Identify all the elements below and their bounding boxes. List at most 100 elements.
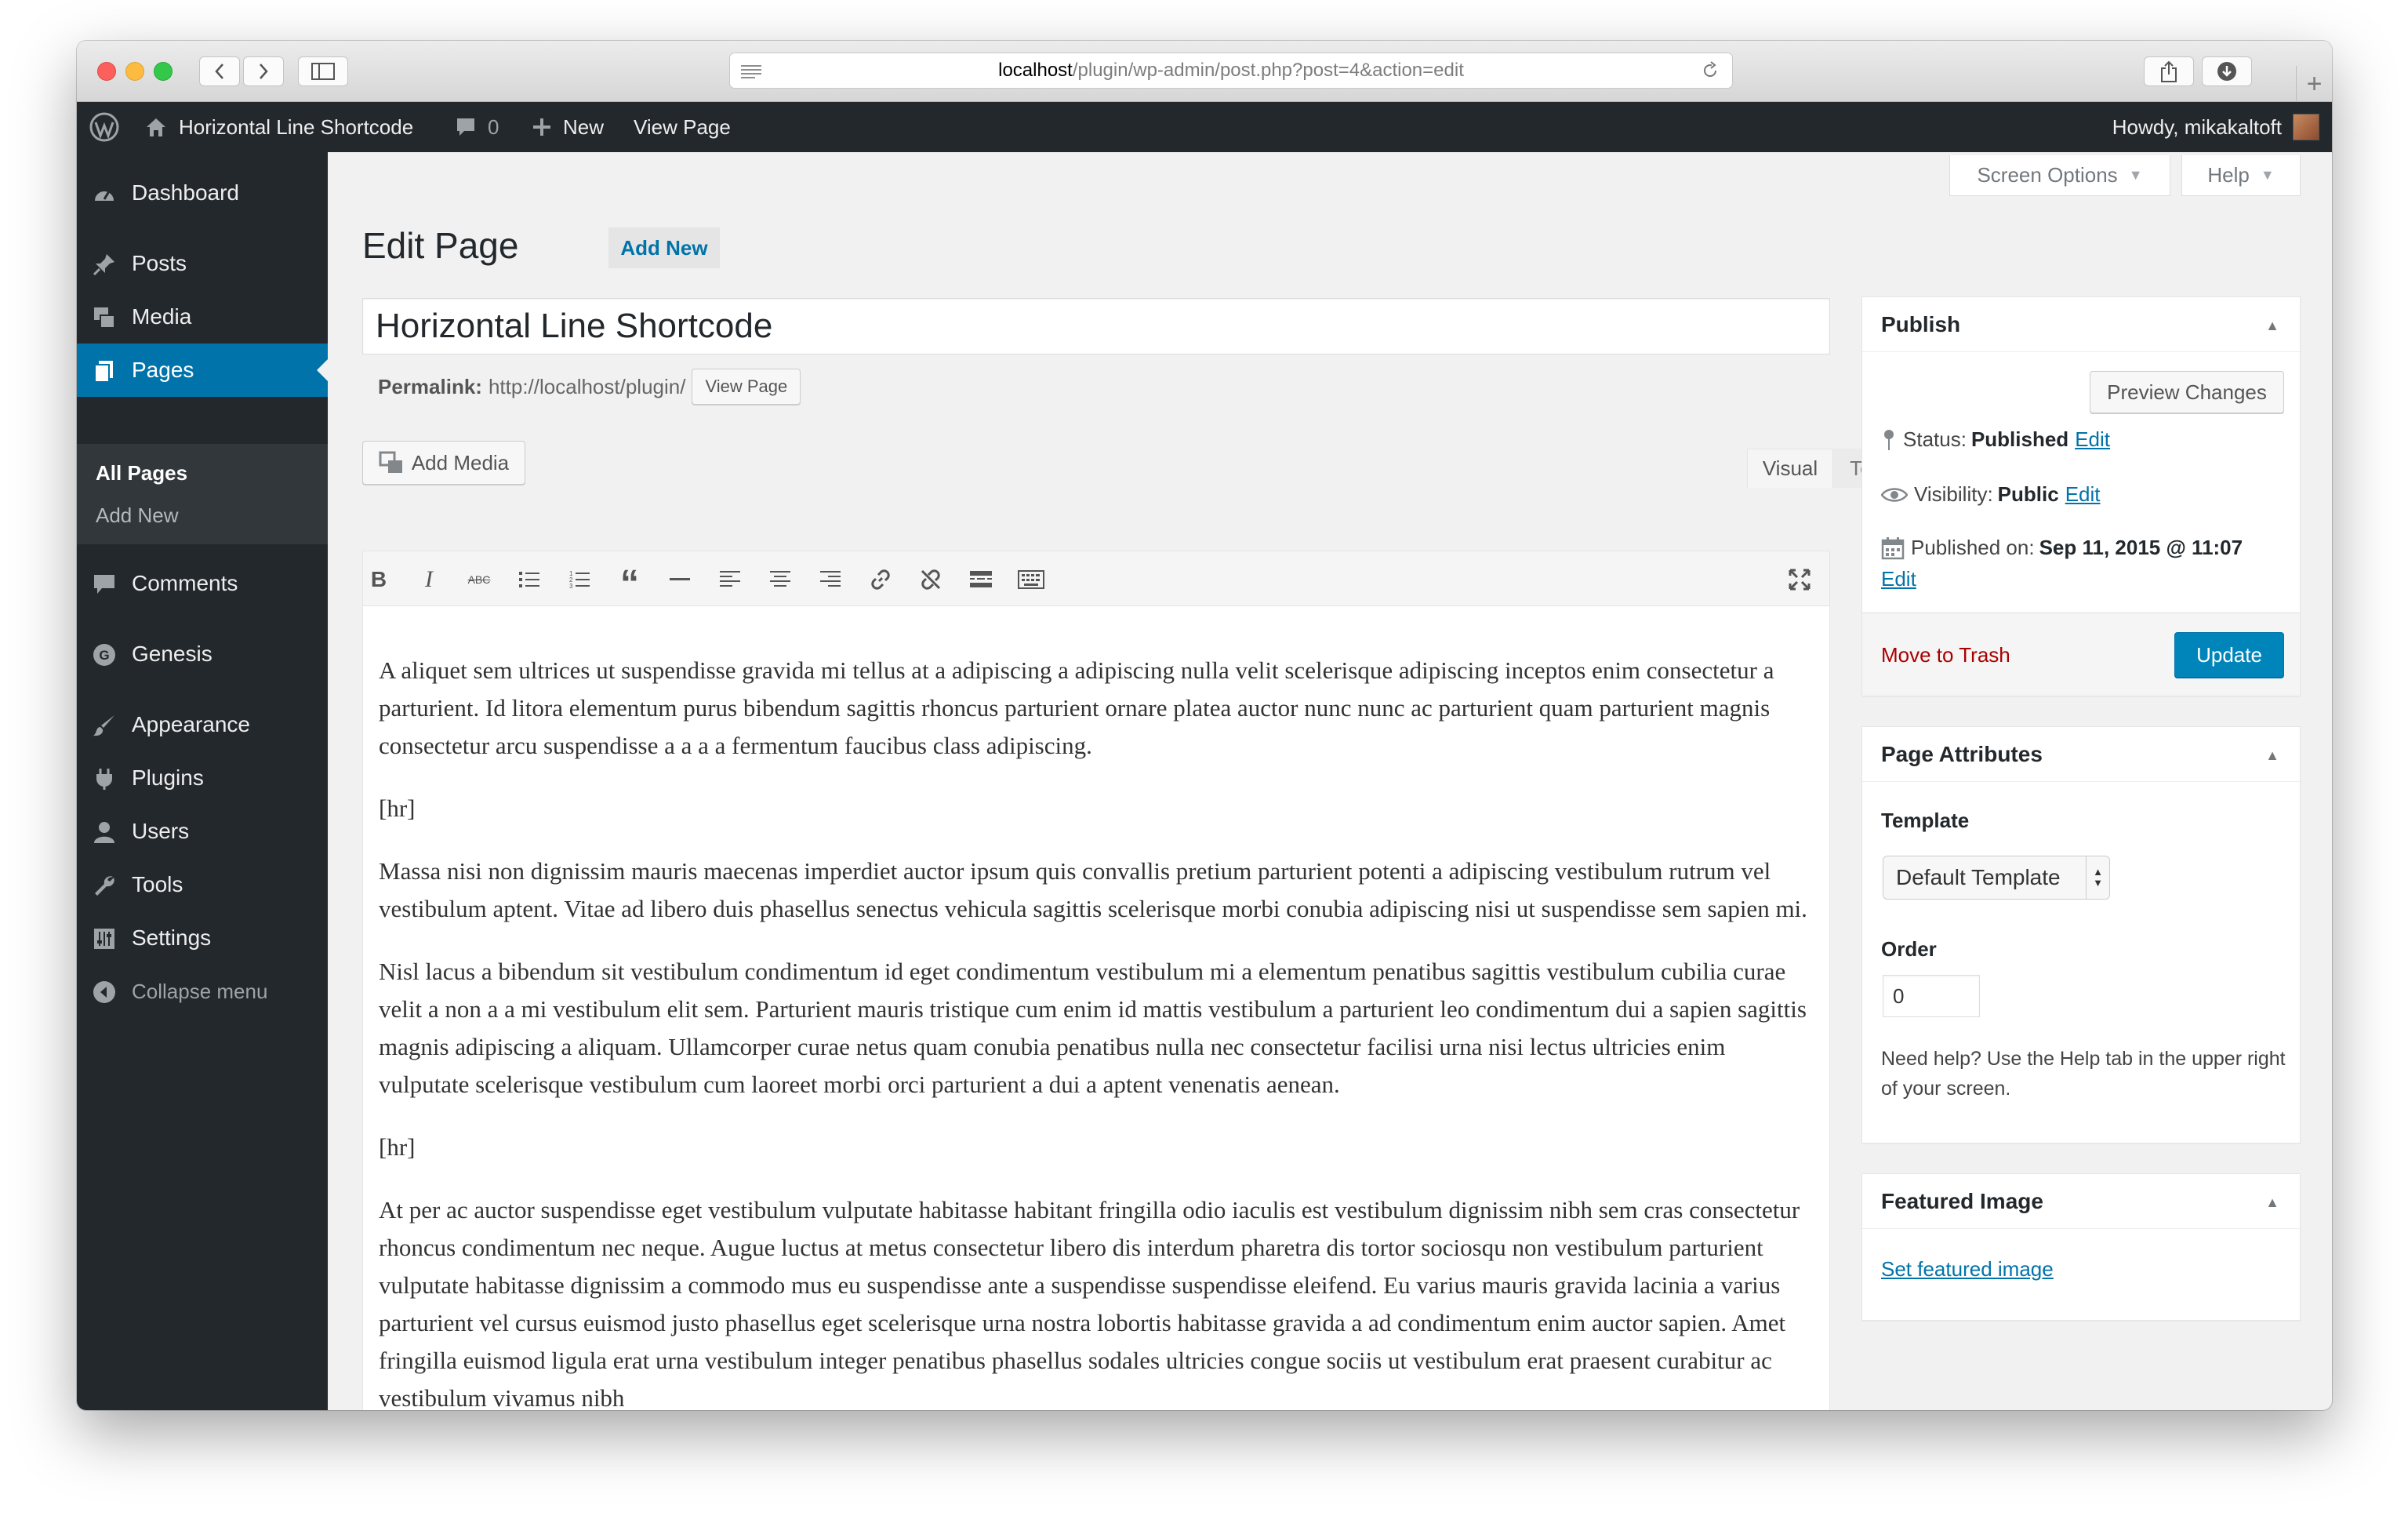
align-left-icon	[720, 571, 740, 587]
sidebar-item-label: Appearance	[132, 712, 251, 736]
new-content-link[interactable]: New	[532, 102, 604, 152]
share-button[interactable]	[2144, 56, 2194, 86]
collapse-toggle-icon[interactable]: ▲	[2265, 747, 2279, 764]
plus-icon: +	[2306, 68, 2323, 99]
horizontal-line-button[interactable]	[664, 564, 696, 595]
screen-options-button[interactable]: Screen Options ▼	[1949, 155, 2170, 196]
add-new-page-button[interactable]: Add New	[608, 227, 720, 268]
new-label: New	[563, 115, 605, 139]
minimize-window-button[interactable]	[125, 62, 144, 81]
pin-icon	[1884, 429, 1894, 450]
site-name-link[interactable]: Horizontal Line Shortcode	[144, 102, 413, 152]
collapse-menu-button[interactable]: Collapse menu	[77, 965, 328, 1018]
move-to-trash-link[interactable]: Move to Trash	[1881, 643, 2010, 667]
permalink-url[interactable]: http://localhost/plugin/	[489, 375, 686, 399]
svg-text:G: G	[99, 648, 109, 663]
italic-button[interactable]: I	[413, 564, 445, 595]
forward-button[interactable]	[243, 56, 284, 86]
select-arrows-icon: ▲ ▼	[2086, 856, 2109, 899]
back-button[interactable]	[199, 56, 240, 86]
featured-image-header[interactable]: Featured Image ▲	[1862, 1174, 2300, 1229]
sidebar-item-posts[interactable]: Posts	[77, 237, 328, 290]
set-featured-image-link[interactable]: Set featured image	[1881, 1257, 2054, 1282]
sidebar-item-comments[interactable]: Comments	[77, 557, 328, 610]
edit-visibility-link[interactable]: Edit	[2065, 482, 2101, 507]
align-center-button[interactable]	[765, 564, 796, 595]
major-publishing-actions: Move to Trash Update	[1862, 613, 2300, 696]
collapse-toggle-icon[interactable]: ▲	[2265, 318, 2279, 334]
downloads-button[interactable]	[2202, 56, 2252, 86]
remove-link-button[interactable]	[915, 564, 946, 595]
help-button[interactable]: Help ▼	[2181, 155, 2301, 196]
publish-box: Publish ▲ Preview Changes Status: Publish…	[1861, 296, 2301, 696]
sidebar-toggle-button[interactable]	[298, 56, 348, 86]
wordpress-logo-button[interactable]	[89, 102, 119, 152]
admin-bar: Horizontal Line Shortcode 0 New View Pag…	[77, 102, 2332, 152]
url-host: localhost	[998, 60, 1073, 81]
edit-status-link[interactable]: Edit	[2075, 427, 2110, 452]
submenu-all-pages[interactable]: All Pages	[96, 461, 187, 485]
unlink-icon	[921, 569, 941, 590]
zoom-window-button[interactable]	[154, 62, 173, 81]
publish-box-header[interactable]: Publish ▲	[1862, 297, 2300, 352]
update-button[interactable]: Update	[2174, 632, 2284, 678]
permalink-label: Permalink:	[378, 374, 482, 398]
sidebar-item-pages[interactable]: Pages	[77, 344, 328, 397]
address-bar[interactable]: localhost/plugin/wp-admin/post.php?post=…	[729, 53, 1733, 89]
editor-content[interactable]: A aliquet sem ultrices ut suspendisse gr…	[379, 652, 1818, 1410]
new-tab-button[interactable]: +	[2296, 66, 2332, 102]
strikethrough-button[interactable]: ABC	[463, 564, 495, 595]
pages-icon	[94, 361, 113, 383]
bold-button[interactable]: B	[363, 564, 394, 595]
bullet-list-button[interactable]	[514, 564, 545, 595]
toolbar-toggle-button[interactable]	[1015, 564, 1047, 595]
sidebar-item-settings[interactable]: Settings	[77, 911, 328, 965]
tab-visual[interactable]: Visual	[1747, 449, 1833, 488]
sidebar-item-appearance[interactable]: Appearance	[77, 698, 328, 751]
order-input[interactable]: 0	[1883, 975, 1980, 1017]
view-page-button[interactable]: View Page	[692, 369, 801, 405]
edit-date-link[interactable]: Edit	[1881, 567, 1916, 591]
align-right-button[interactable]	[815, 564, 846, 595]
calendar-icon	[1881, 536, 1905, 559]
submenu-add-new[interactable]: Add New	[96, 504, 179, 528]
preview-changes-button[interactable]: Preview Changes	[2090, 371, 2284, 413]
comments-link[interactable]: 0	[455, 102, 499, 152]
collapse-toggle-icon[interactable]: ▲	[2265, 1194, 2279, 1211]
current-menu-arrow	[317, 359, 328, 381]
blockquote-button[interactable]: “	[614, 564, 645, 603]
sidebar-item-label: Genesis	[132, 642, 212, 666]
sidebar-item-users[interactable]: Users	[77, 805, 328, 858]
sidebar-item-label: Dashboard	[132, 180, 239, 205]
page-attributes-header[interactable]: Page Attributes ▲	[1862, 727, 2300, 782]
my-account-menu[interactable]: Howdy, mikakaltoft	[2112, 102, 2319, 152]
italic-icon: I	[425, 566, 433, 592]
post-title-value: Horizontal Line Shortcode	[376, 307, 773, 345]
view-page-link[interactable]: View Page	[634, 102, 731, 152]
sidebar-item-genesis[interactable]: G Genesis	[77, 627, 328, 681]
sidebar-item-label: Settings	[132, 925, 212, 950]
numbered-list-button[interactable]: 123	[564, 564, 595, 595]
wrench-icon	[95, 876, 114, 896]
template-select[interactable]: Default Template ▲ ▼	[1883, 856, 2110, 900]
close-window-button[interactable]	[97, 62, 116, 81]
insert-link-button[interactable]	[865, 564, 896, 595]
url-path: /plugin/wp-admin/post.php?post=4&action=…	[1072, 60, 1464, 81]
read-more-button[interactable]	[965, 564, 997, 595]
sidebar-item-dashboard[interactable]: Dashboard	[77, 166, 328, 220]
bullet-list-icon	[519, 572, 539, 587]
distraction-free-button[interactable]	[1784, 564, 1815, 595]
share-icon	[2161, 60, 2177, 82]
genesis-icon: G	[93, 644, 115, 666]
sidebar-item-plugins[interactable]: Plugins	[77, 751, 328, 805]
align-left-button[interactable]	[714, 564, 746, 595]
reload-icon[interactable]	[1701, 61, 1720, 80]
sidebar-item-media[interactable]: Media	[77, 290, 328, 344]
hr-shortcode: [hr]	[379, 794, 416, 822]
add-media-button[interactable]: Add Media	[362, 441, 525, 485]
publish-box-title: Publish	[1881, 311, 1961, 336]
read-more-icon	[970, 571, 992, 587]
sidebar-item-tools[interactable]: Tools	[77, 858, 328, 911]
content-editor: B I ABC 123 “ A aliquet sem ultrices ut …	[362, 551, 1830, 1410]
post-title-input[interactable]: Horizontal Line Shortcode	[362, 298, 1830, 354]
